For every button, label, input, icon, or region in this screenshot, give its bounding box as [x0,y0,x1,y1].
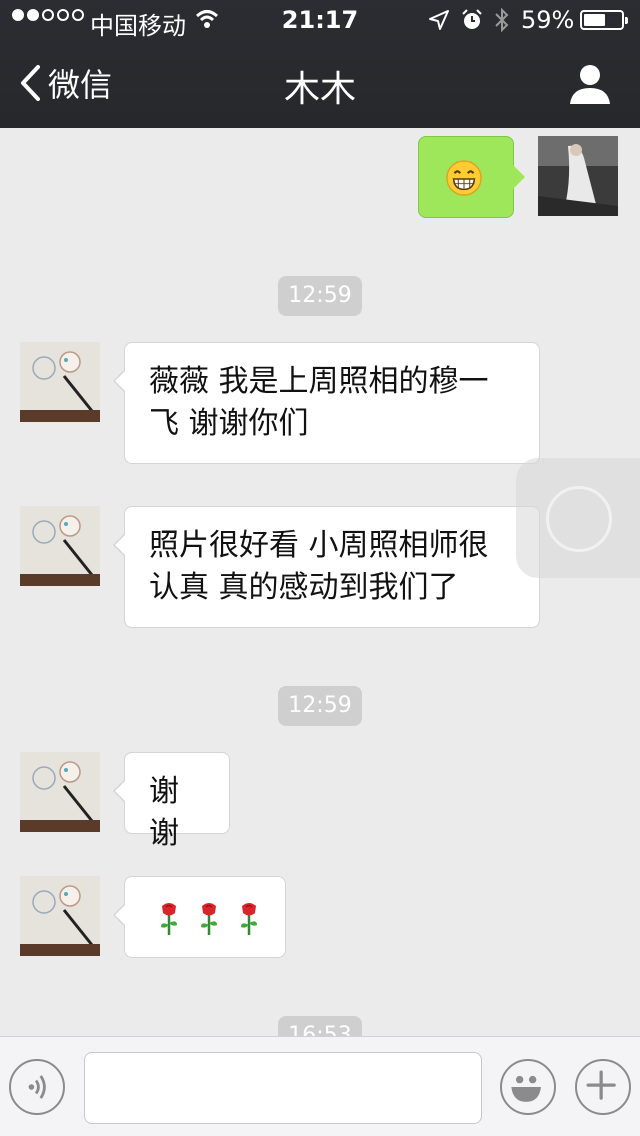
rose-icon [201,903,217,935]
message-text: 谢谢 [149,774,179,851]
incoming-message-bubble[interactable]: 谢谢 [113,752,230,851]
my-avatar[interactable] [538,136,618,216]
contact-avatar[interactable] [20,752,100,832]
status-bar: 中国移动 21:17 59% [0,0,640,40]
incoming-message-bubble[interactable]: 🌹🌹🌹 [113,876,286,958]
emoji-button[interactable] [500,1059,556,1115]
grinning-emoji-icon [446,160,482,196]
header: 中国移动 21:17 59% 微信 木木 [0,0,640,128]
plus-icon [586,1070,616,1100]
outgoing-message-bubble[interactable] [418,136,525,218]
contact-avatar[interactable] [20,506,100,586]
rose-icon [241,903,257,935]
message-text: 照片很好看 小周照相师很认真 真的感动到我们了 [149,528,489,605]
voice-icon [28,1075,46,1099]
timestamp: 12:59 [278,276,362,316]
message-text: 薇薇 我是上周照相的穆一飞 谢谢你们 [149,364,489,441]
chat-title: 木木 [283,69,356,110]
more-options-button[interactable] [575,1059,631,1115]
bluetooth-icon [495,7,509,33]
assistive-touch-button[interactable] [516,458,640,578]
contact-profile-button[interactable] [568,62,612,106]
chat-screen: 中国移动 21:17 59% 微信 木木 12:59 薇薇 我是上周照相的穆一飞… [0,0,640,1136]
location-icon [429,10,449,30]
timestamp: 12:59 [278,686,362,726]
incoming-message-bubble[interactable]: 薇薇 我是上周照相的穆一飞 谢谢你们 [113,342,540,464]
battery-percent: 59% [521,6,575,34]
voice-input-button[interactable] [9,1059,65,1115]
rose-icon [161,903,177,935]
incoming-message-bubble[interactable]: 照片很好看 小周照相师很认真 真的感动到我们了 [113,506,540,628]
contact-avatar[interactable] [20,342,100,422]
message-input-bar [0,1036,640,1136]
contact-avatar[interactable] [20,876,100,956]
message-text-input[interactable] [84,1052,482,1124]
battery-icon [580,10,628,30]
alarm-icon [462,9,482,29]
smiley-icon [511,1075,541,1102]
